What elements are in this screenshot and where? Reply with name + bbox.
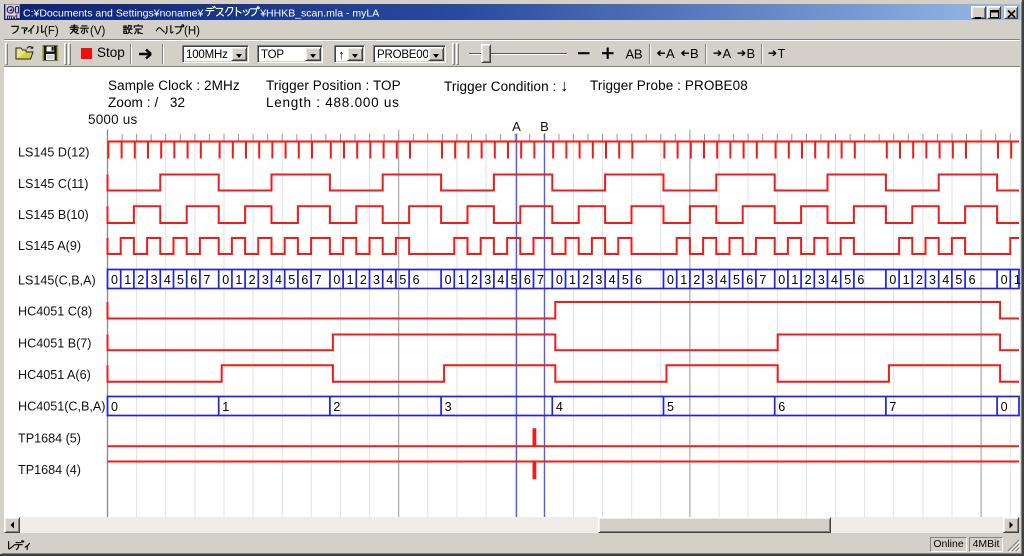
svg-text:5: 5 <box>399 273 406 287</box>
svg-text:1: 1 <box>1014 273 1021 287</box>
svg-text:0: 0 <box>556 273 563 287</box>
svg-text:4: 4 <box>386 273 393 287</box>
svg-text:3: 3 <box>818 273 825 287</box>
svg-text:2: 2 <box>805 273 812 287</box>
svg-text:4: 4 <box>720 273 727 287</box>
svg-text:HC4051 B(7): HC4051 B(7) <box>18 337 92 351</box>
svg-text:0: 0 <box>1001 400 1008 414</box>
svg-text:7: 7 <box>889 400 896 414</box>
svg-text:LS145 D(12): LS145 D(12) <box>18 146 89 160</box>
svg-text:HC4051 C(8): HC4051 C(8) <box>18 305 92 319</box>
svg-text:0: 0 <box>111 273 118 287</box>
svg-text:0: 0 <box>1001 273 1008 287</box>
svg-text:3: 3 <box>373 273 380 287</box>
svg-text:HC4051(C,B,A): HC4051(C,B,A) <box>18 400 106 414</box>
svg-text:2: 2 <box>360 273 367 287</box>
svg-text:1: 1 <box>680 273 687 287</box>
svg-text:4: 4 <box>275 273 282 287</box>
svg-text:2: 2 <box>471 273 478 287</box>
svg-text:0: 0 <box>778 273 785 287</box>
svg-text:1: 1 <box>235 273 242 287</box>
svg-text:0: 0 <box>222 273 229 287</box>
svg-text:6: 6 <box>635 273 642 287</box>
svg-text:2: 2 <box>249 273 256 287</box>
svg-text:HC4051 A(6): HC4051 A(6) <box>18 368 91 382</box>
svg-text:6: 6 <box>190 273 197 287</box>
svg-text:B: B <box>540 119 549 134</box>
svg-text:3: 3 <box>151 273 158 287</box>
svg-text:5: 5 <box>511 273 518 287</box>
svg-text:0: 0 <box>111 400 118 414</box>
svg-text:7: 7 <box>203 273 210 287</box>
svg-text:6: 6 <box>301 273 308 287</box>
svg-text:4: 4 <box>556 400 563 414</box>
svg-text:1: 1 <box>569 273 576 287</box>
svg-text:6: 6 <box>746 273 753 287</box>
svg-text:A: A <box>512 119 521 134</box>
svg-text:7: 7 <box>759 273 766 287</box>
svg-text:5: 5 <box>667 400 674 414</box>
svg-text:5: 5 <box>177 273 184 287</box>
svg-text:0: 0 <box>889 273 896 287</box>
svg-text:LS145 A(9): LS145 A(9) <box>18 239 81 253</box>
svg-text:5: 5 <box>844 273 851 287</box>
svg-text:4: 4 <box>164 273 171 287</box>
svg-text:TP1684 (4): TP1684 (4) <box>18 463 81 477</box>
svg-text:5: 5 <box>288 273 295 287</box>
svg-text:1: 1 <box>791 273 798 287</box>
svg-text:0: 0 <box>333 273 340 287</box>
svg-text:6: 6 <box>969 273 976 287</box>
svg-text:LS145 C(11): LS145 C(11) <box>18 177 88 191</box>
svg-text:1: 1 <box>903 273 910 287</box>
svg-text:3: 3 <box>707 273 714 287</box>
svg-text:1: 1 <box>222 400 229 414</box>
svg-text:4: 4 <box>942 273 949 287</box>
svg-text:6: 6 <box>857 273 864 287</box>
svg-text:3: 3 <box>262 273 269 287</box>
svg-text:2: 2 <box>916 273 923 287</box>
svg-text:4: 4 <box>831 273 838 287</box>
svg-text:3: 3 <box>929 273 936 287</box>
svg-text:4: 4 <box>609 273 616 287</box>
svg-text:6: 6 <box>778 400 785 414</box>
svg-text:TP1684 (5): TP1684 (5) <box>18 432 81 446</box>
svg-text:5: 5 <box>955 273 962 287</box>
svg-text:2: 2 <box>693 273 700 287</box>
svg-text:1: 1 <box>124 273 131 287</box>
svg-text:2: 2 <box>333 400 340 414</box>
svg-text:6: 6 <box>413 273 420 287</box>
svg-text:2: 2 <box>137 273 144 287</box>
svg-text:3: 3 <box>595 273 602 287</box>
svg-text:7: 7 <box>315 273 322 287</box>
svg-text:5: 5 <box>622 273 629 287</box>
svg-text:3: 3 <box>445 400 452 414</box>
svg-text:1: 1 <box>347 273 354 287</box>
svg-text:4: 4 <box>497 273 504 287</box>
svg-text:0: 0 <box>667 273 674 287</box>
svg-text:7: 7 <box>537 273 544 287</box>
svg-text:1: 1 <box>458 273 465 287</box>
svg-text:LS145(C,B,A): LS145(C,B,A) <box>18 274 96 288</box>
svg-text:3: 3 <box>484 273 491 287</box>
svg-text:6: 6 <box>524 273 531 287</box>
svg-text:2: 2 <box>582 273 589 287</box>
svg-text:5: 5 <box>733 273 740 287</box>
svg-text:5000 us: 5000 us <box>88 112 137 127</box>
svg-text:0: 0 <box>445 273 452 287</box>
svg-text:LS145 B(10): LS145 B(10) <box>18 208 89 222</box>
